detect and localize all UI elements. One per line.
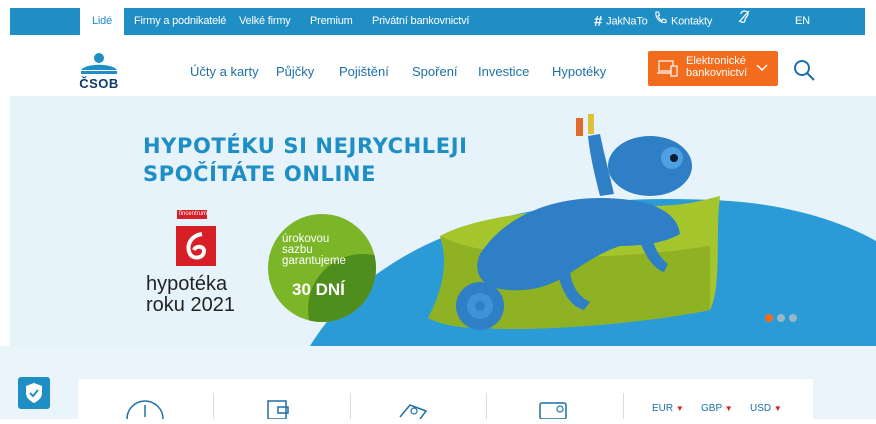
card-separator bbox=[350, 393, 351, 419]
badge-small-text: úrokovou sazbu garantujeme bbox=[282, 233, 346, 267]
hero-title-line1: HYPOTÉKU SI NEJRYCHLEJI bbox=[143, 134, 468, 158]
fincentrum-tag: fincentrum bbox=[177, 210, 208, 219]
hearing-icon bbox=[737, 10, 751, 27]
hypoteka-award-logo bbox=[176, 226, 216, 266]
quick-links-card: EUR ▼ GBP ▼ USD ▼ bbox=[78, 379, 813, 420]
nav-sporeni[interactable]: Spoření bbox=[412, 64, 458, 79]
wallet-icon[interactable] bbox=[266, 397, 290, 424]
segment-lide[interactable]: Lidé bbox=[80, 8, 124, 35]
calculator-icon[interactable] bbox=[538, 397, 570, 424]
language-switch[interactable]: EN bbox=[795, 8, 810, 35]
jaknato-label: JakNaTo bbox=[606, 15, 648, 28]
contacts-label: Kontakty bbox=[671, 15, 713, 28]
carousel-indicators bbox=[765, 309, 801, 327]
csob-logo[interactable]: ČSOB bbox=[78, 52, 120, 92]
caret-down-icon: ▼ bbox=[675, 404, 684, 413]
hero-banner[interactable]: HYPOTÉKU SI NEJRYCHLEJI SPOČÍTÁTE ONLINE… bbox=[10, 96, 876, 346]
electronic-banking-label: Elektronické bankovnictví bbox=[686, 55, 748, 79]
nav-hypoteky[interactable]: Hypotéky bbox=[552, 64, 606, 79]
carousel-dot-1[interactable] bbox=[765, 314, 773, 322]
laptop-icon bbox=[656, 59, 678, 82]
jaknato-link[interactable]: # JakNaTo bbox=[594, 8, 648, 35]
money-icon[interactable] bbox=[398, 397, 428, 424]
caret-down-icon: ▼ bbox=[724, 404, 733, 413]
currency-usd-label: USD bbox=[750, 403, 772, 414]
clock-icon[interactable] bbox=[125, 397, 165, 424]
segment-premium[interactable]: Premium bbox=[310, 8, 353, 35]
segment-privatni[interactable]: Privátní bankovnictví bbox=[372, 8, 469, 35]
hero-title: HYPOTÉKU SI NEJRYCHLEJI SPOČÍTÁTE ONLINE bbox=[143, 132, 468, 188]
shield-check-icon bbox=[26, 383, 42, 403]
search-button[interactable] bbox=[792, 58, 816, 82]
csob-logo-mark bbox=[81, 53, 117, 74]
nav-investice[interactable]: Investice bbox=[478, 64, 529, 79]
security-shield-button[interactable] bbox=[18, 377, 50, 409]
card-separator bbox=[623, 393, 624, 419]
logo-text: ČSOB bbox=[79, 76, 119, 91]
award-line1: hypotéka bbox=[146, 273, 228, 295]
contacts-link[interactable]: Kontakty bbox=[654, 8, 712, 35]
guarantee-badge: úrokovou sazbu garantujeme 30 DNÍ bbox=[268, 214, 376, 322]
badge-big-text: 30 DNÍ bbox=[292, 280, 345, 299]
card-separator bbox=[213, 393, 214, 419]
carousel-dot-3[interactable] bbox=[789, 314, 797, 322]
accessibility-button[interactable] bbox=[737, 8, 751, 35]
quick-links-section: EUR ▼ GBP ▼ USD ▼ bbox=[0, 346, 876, 420]
currency-eur-label: EUR bbox=[652, 403, 674, 414]
phone-icon bbox=[654, 8, 667, 35]
segment-firmy[interactable]: Firmy a podnikatelé bbox=[134, 8, 226, 35]
card-separator bbox=[486, 393, 487, 419]
currency-usd[interactable]: USD ▼ bbox=[750, 403, 782, 414]
nav-ucty-a-karty[interactable]: Účty a karty bbox=[190, 64, 259, 79]
award-symbol-icon bbox=[186, 232, 207, 260]
main-navigation: ČSOB Účty a karty Půjčky Pojištění Spoře… bbox=[0, 36, 876, 96]
segment-bar: Lidé Firmy a podnikatelé Velké firmy Pre… bbox=[0, 0, 876, 36]
nav-pujcky[interactable]: Půjčky bbox=[276, 64, 314, 79]
segment-velke-firmy[interactable]: Velké firmy bbox=[239, 8, 291, 35]
award-line2: roku 2021 bbox=[146, 294, 235, 316]
carousel-dot-2[interactable] bbox=[777, 314, 785, 322]
nav-pojisteni[interactable]: Pojištění bbox=[339, 64, 389, 79]
currency-gbp-label: GBP bbox=[701, 403, 722, 414]
caret-down-icon: ▼ bbox=[773, 404, 782, 413]
chevron-down-icon bbox=[756, 61, 768, 75]
segment-bar-inner: Lidé Firmy a podnikatelé Velké firmy Pre… bbox=[10, 8, 865, 35]
currency-gbp[interactable]: GBP ▼ bbox=[701, 403, 733, 414]
hero-title-line2: SPOČÍTÁTE ONLINE bbox=[143, 162, 377, 186]
currency-eur[interactable]: EUR ▼ bbox=[652, 403, 684, 414]
award-text: hypotéka roku 2021 bbox=[146, 274, 235, 316]
hashtag-icon: # bbox=[594, 13, 603, 30]
search-icon bbox=[794, 60, 815, 81]
electronic-banking-button[interactable]: Elektronické bankovnictví bbox=[648, 51, 778, 86]
